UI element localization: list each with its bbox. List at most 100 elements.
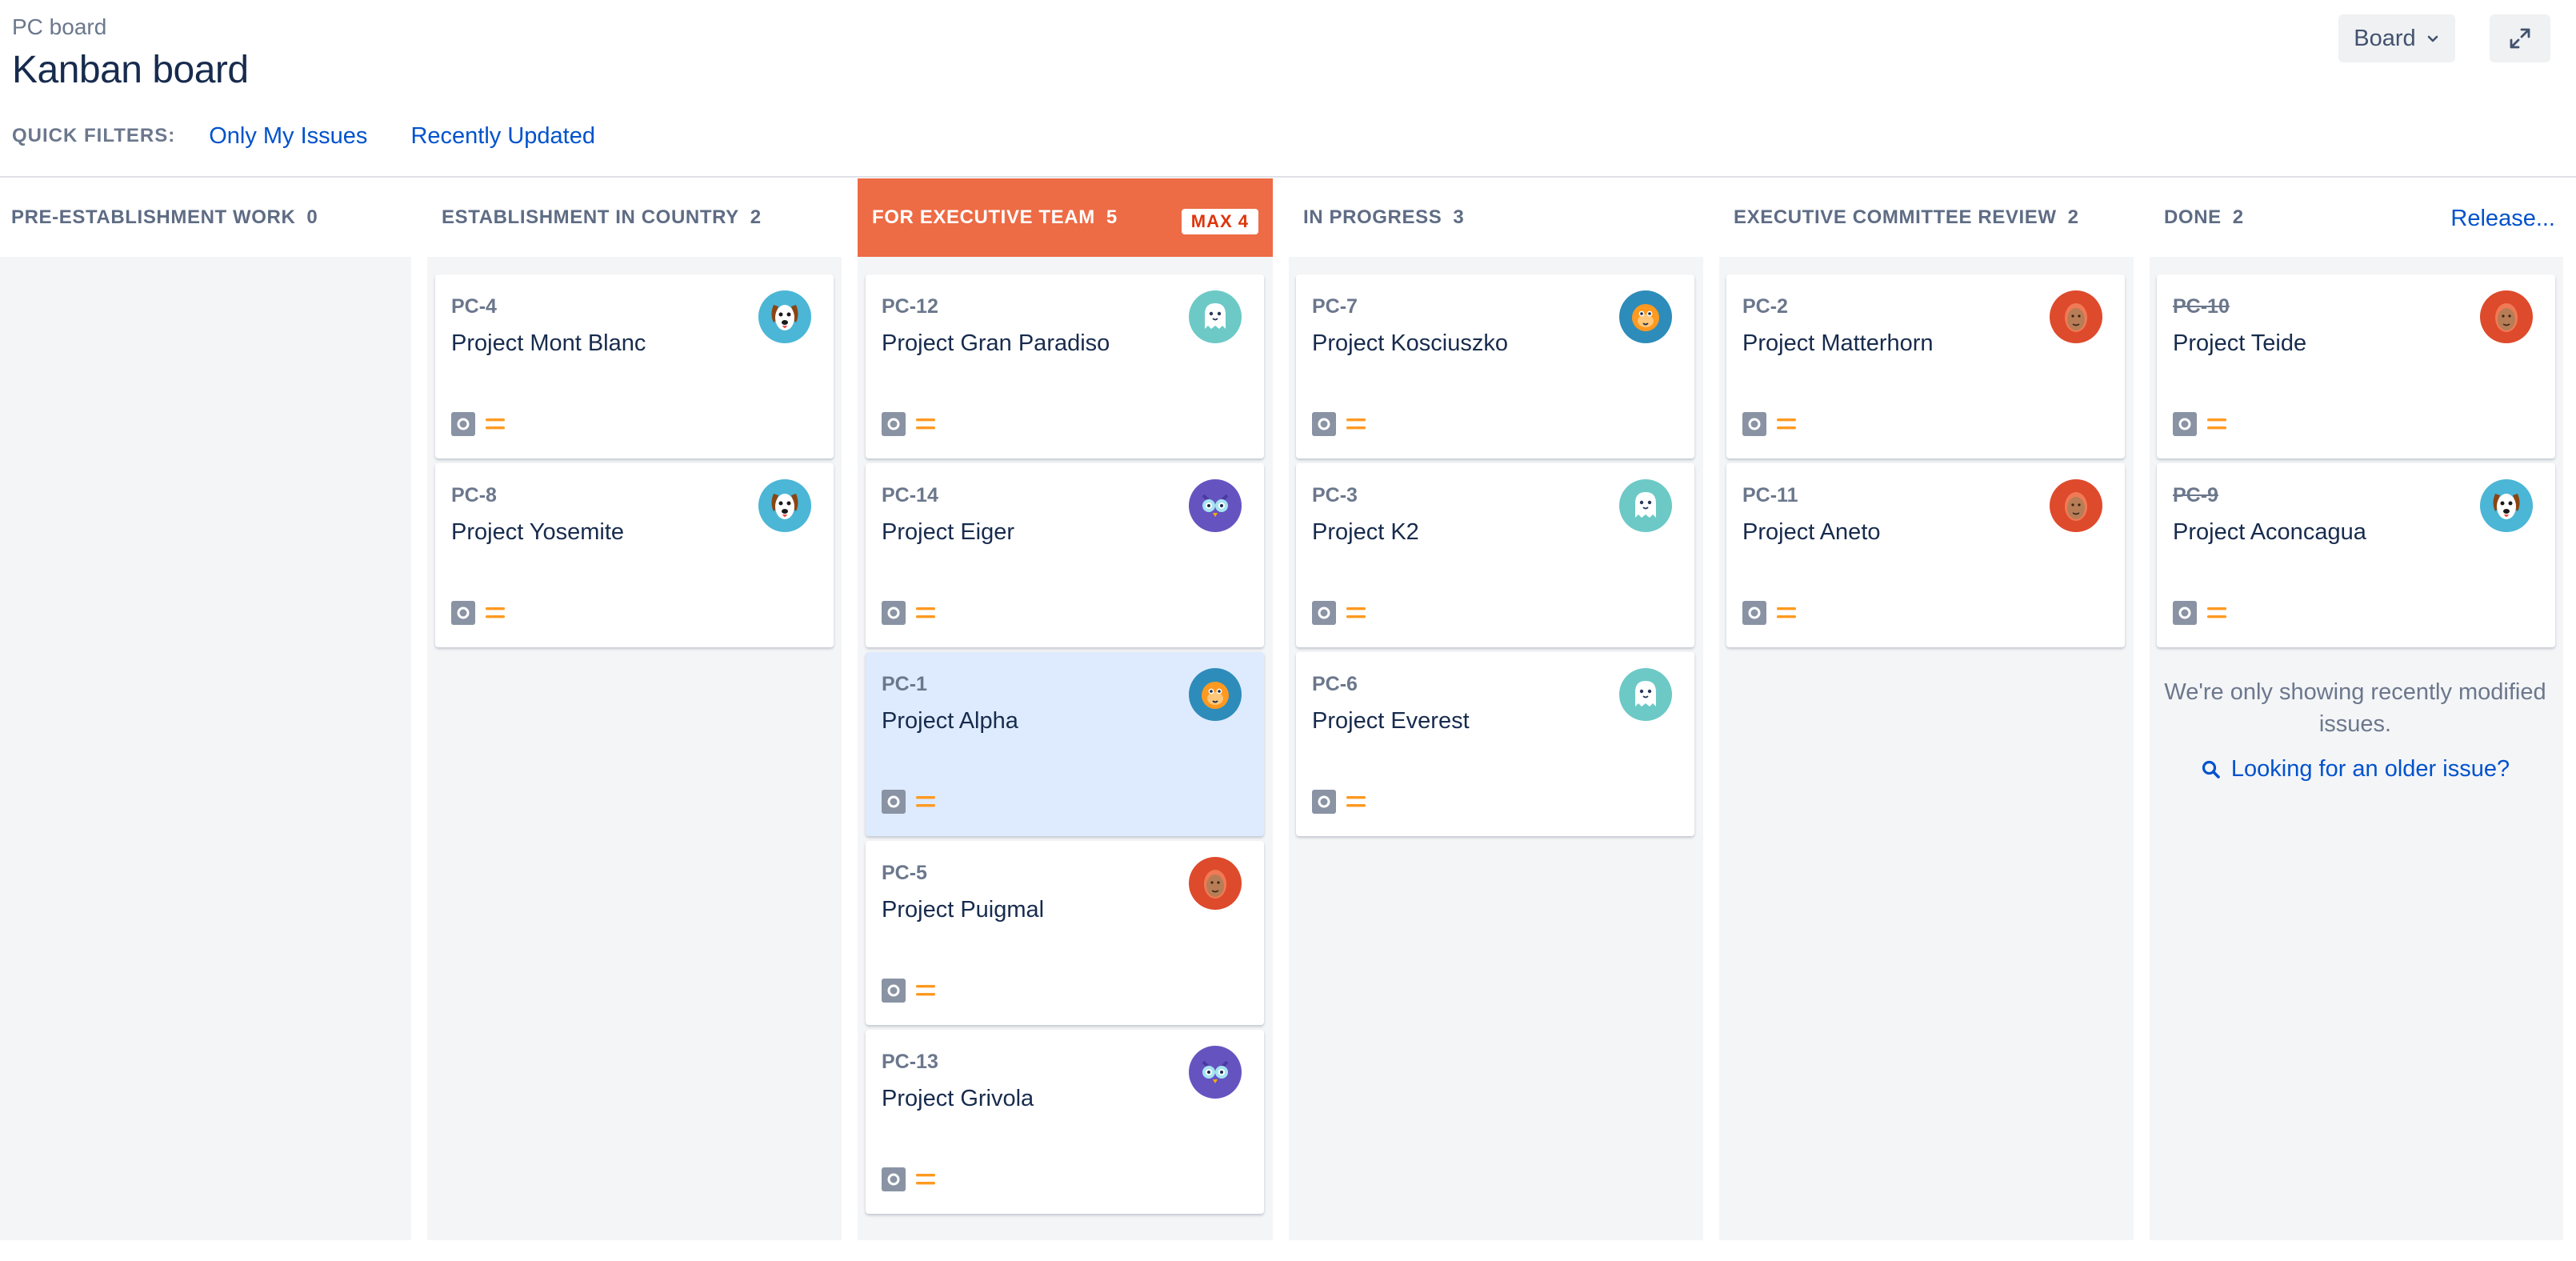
expand-icon (2510, 28, 2530, 49)
issue-card[interactable]: PC-1 Project Alpha (866, 652, 1264, 836)
issue-key[interactable]: PC-7 (1312, 295, 1358, 318)
column-count: 2 (2232, 206, 2244, 228)
issue-key[interactable]: PC-8 (451, 484, 497, 507)
column-header-in-progress: IN PROGRESS 3 (1292, 178, 1703, 257)
medium-priority-icon (916, 1174, 935, 1185)
issue-summary: Project Matterhorn (1742, 330, 1934, 356)
issue-key[interactable]: PC-1 (882, 673, 927, 696)
column-title: EXECUTIVE COMMITTEE REVIEW (1734, 206, 2057, 228)
issue-summary: Project Yosemite (451, 519, 625, 545)
person-avatar (2050, 479, 2102, 532)
breadcrumb[interactable]: PC board (12, 14, 106, 40)
dog-avatar (758, 290, 811, 343)
medium-priority-icon (1346, 418, 1366, 430)
issue-key[interactable]: PC-12 (882, 295, 938, 318)
issue-summary: Project Mont Blanc (451, 330, 646, 356)
task-icon (1742, 601, 1766, 625)
medium-priority-icon (1777, 607, 1796, 618)
filter-only-my-issues[interactable]: Only My Issues (209, 123, 367, 150)
issue-card[interactable]: PC-3 Project K2 (1296, 463, 1694, 647)
issue-key[interactable]: PC-10 (2173, 295, 2230, 318)
dog-avatar (758, 479, 811, 532)
column-title: IN PROGRESS (1303, 206, 1442, 228)
issue-summary: Project Grivola (882, 1086, 1034, 1111)
issue-key[interactable]: PC-13 (882, 1051, 938, 1074)
issue-card[interactable]: PC-6 Project Everest (1296, 652, 1694, 836)
task-icon (2173, 601, 2197, 625)
issue-card[interactable]: PC-7 Project Kosciuszko (1296, 274, 1694, 458)
owl-avatar (1189, 1046, 1242, 1099)
issue-card[interactable]: PC-14 Project Eiger (866, 463, 1264, 647)
issue-key[interactable]: PC-14 (882, 484, 938, 507)
task-icon (451, 412, 475, 436)
task-icon (882, 790, 906, 814)
task-icon (1312, 601, 1336, 625)
task-icon (451, 601, 475, 625)
task-icon (882, 979, 906, 1003)
medium-priority-icon (2207, 607, 2226, 618)
column-header-establishment: ESTABLISHMENT IN COUNTRY 2 (430, 178, 842, 257)
column-title: DONE (2164, 206, 2222, 228)
page-title: Kanban board (12, 49, 249, 91)
medium-priority-icon (916, 418, 935, 430)
board-button-label: Board (2354, 25, 2416, 51)
person-avatar (1189, 857, 1242, 910)
issue-summary: Project Aconcagua (2173, 519, 2366, 545)
issue-card[interactable]: PC-13 Project Grivola (866, 1030, 1264, 1214)
monkey-avatar (1619, 290, 1672, 343)
issue-card[interactable]: PC-9 Project Aconcagua (2157, 463, 2555, 647)
issue-key[interactable]: PC-4 (451, 295, 497, 318)
medium-priority-icon (2207, 418, 2226, 430)
issue-card[interactable]: PC-2 Project Matterhorn (1726, 274, 2125, 458)
issue-card[interactable]: PC-10 Project Teide (2157, 274, 2555, 458)
issue-summary: Project Puigmal (882, 897, 1045, 923)
medium-priority-icon (1346, 607, 1366, 618)
monkey-avatar (1189, 668, 1242, 721)
issue-summary: Project Gran Paradiso (882, 330, 1110, 356)
person-avatar (2480, 290, 2533, 343)
medium-priority-icon (486, 418, 505, 430)
issue-card[interactable]: PC-8 Project Yosemite (435, 463, 834, 647)
owl-avatar (1189, 479, 1242, 532)
issue-key[interactable]: PC-11 (1742, 484, 1798, 507)
issue-key[interactable]: PC-5 (882, 862, 927, 885)
wip-limit-badge: MAX 4 (1181, 209, 1258, 234)
board-menu-button[interactable]: Board (2338, 14, 2455, 62)
person-avatar (2050, 290, 2102, 343)
older-issue-link[interactable]: Looking for an older issue? (2155, 756, 2555, 783)
issue-summary: Project Teide (2173, 330, 2307, 356)
column-header-pre-establishment: PRE-ESTABLISHMENT WORK 0 (0, 178, 411, 257)
ghost-avatar (1619, 479, 1672, 532)
issue-card[interactable]: PC-5 Project Puigmal (866, 841, 1264, 1025)
column-header-executive-team: FOR EXECUTIVE TEAM 5 MAX 4 (858, 178, 1273, 257)
task-icon (882, 412, 906, 436)
column-header-committee-review: EXECUTIVE COMMITTEE REVIEW 2 (1722, 178, 2134, 257)
task-icon (882, 601, 906, 625)
medium-priority-icon (1346, 796, 1366, 807)
issue-summary: Project Kosciuszko (1312, 330, 1508, 356)
filter-recently-updated[interactable]: Recently Updated (410, 123, 595, 150)
issue-card[interactable]: PC-4 Project Mont Blanc (435, 274, 834, 458)
quick-filters: QUICK FILTERS: Only My Issues Recently U… (12, 118, 638, 154)
issue-key[interactable]: PC-3 (1312, 484, 1358, 507)
medium-priority-icon (1777, 418, 1796, 430)
expand-button[interactable] (2490, 14, 2550, 62)
issue-card[interactable]: PC-11 Project Aneto (1726, 463, 2125, 647)
task-icon (1742, 412, 1766, 436)
task-icon (882, 1167, 906, 1191)
header-divider (0, 176, 2576, 178)
issue-card[interactable]: PC-12 Project Gran Paradiso (866, 274, 1264, 458)
release-link[interactable]: Release... (2450, 206, 2555, 232)
medium-priority-icon (916, 985, 935, 996)
search-icon (2202, 760, 2220, 779)
issue-summary: Project K2 (1312, 519, 1419, 545)
issue-key[interactable]: PC-6 (1312, 673, 1358, 696)
dog-avatar (2480, 479, 2533, 532)
issue-key[interactable]: PC-2 (1742, 295, 1788, 318)
issue-key[interactable]: PC-9 (2173, 484, 2218, 507)
issue-summary: Project Alpha (882, 708, 1018, 734)
column-count: 2 (750, 206, 762, 228)
ghost-avatar (1619, 668, 1672, 721)
medium-priority-icon (916, 796, 935, 807)
column-title: PRE-ESTABLISHMENT WORK (11, 206, 296, 228)
